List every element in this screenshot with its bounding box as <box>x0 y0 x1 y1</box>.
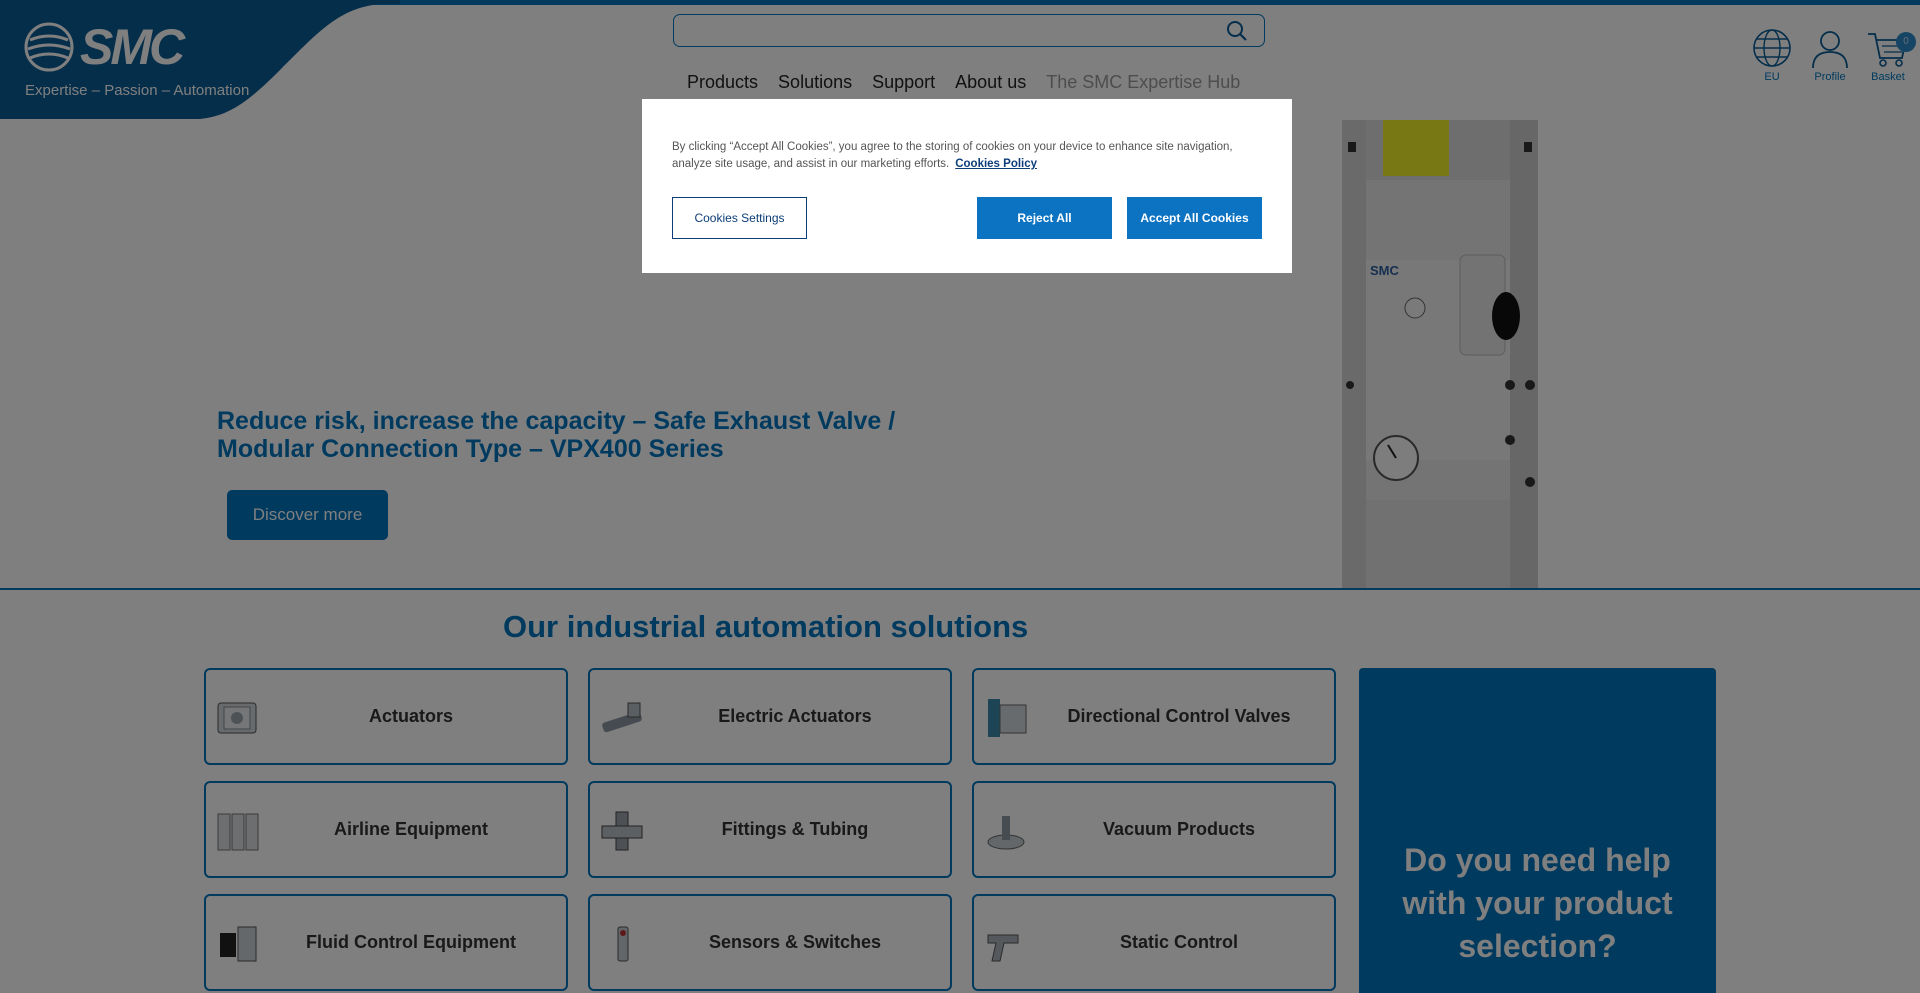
cookie-consent-dialog: By clicking “Accept All Cookies”, you ag… <box>642 99 1292 273</box>
cookie-consent-text: By clicking “Accept All Cookies”, you ag… <box>672 139 1262 173</box>
accept-all-cookies-button[interactable]: Accept All Cookies <box>1127 197 1262 239</box>
cookies-settings-button[interactable]: Cookies Settings <box>672 197 807 239</box>
cookies-policy-link[interactable]: Cookies Policy <box>955 158 1037 170</box>
reject-all-button[interactable]: Reject All <box>977 197 1112 239</box>
cookie-consent-message: By clicking “Accept All Cookies”, you ag… <box>672 141 1233 170</box>
